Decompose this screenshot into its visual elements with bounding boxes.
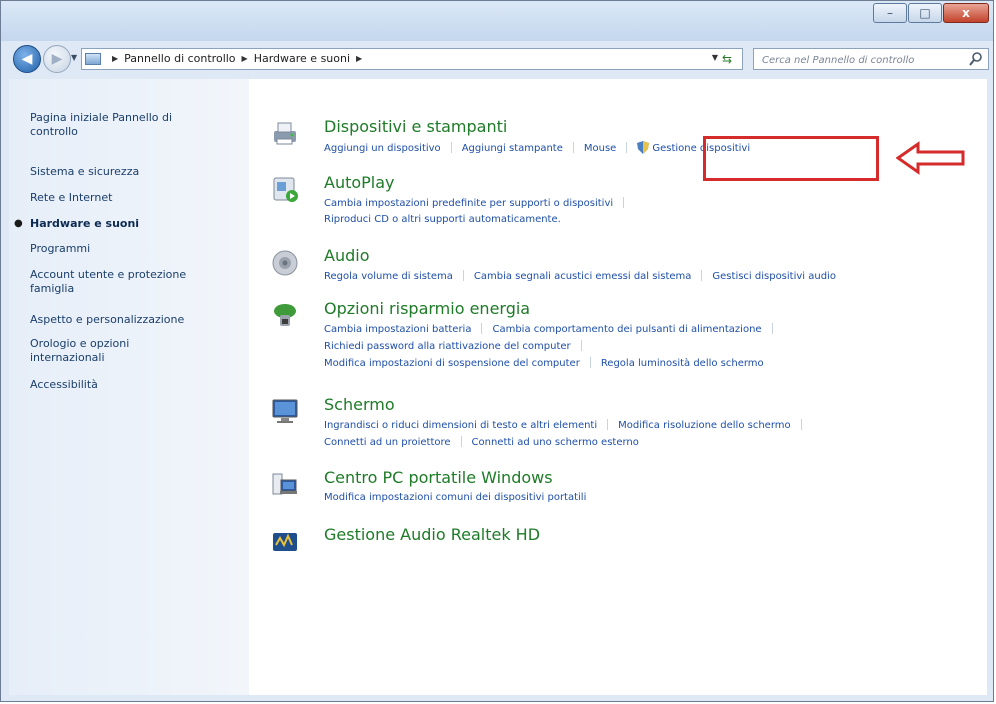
- category-title[interactable]: Schermo: [324, 395, 395, 414]
- play-cd-automatically-link[interactable]: Riproduci CD o altri supporti automatica…: [324, 214, 561, 225]
- link-separator: [572, 142, 574, 153]
- sidebar-item-label: Hardware e suoni: [30, 217, 140, 230]
- link-separator: [450, 142, 452, 153]
- autoplay-icon[interactable]: [271, 175, 299, 203]
- highlight-box: [703, 136, 879, 181]
- address-bar[interactable]: ▶ Pannello di controllo ▶ Hardware e suoni ▶…: [81, 48, 743, 70]
- monitor-icon[interactable]: [271, 397, 299, 425]
- link-row: Richiedi password alla riattivazione del…: [324, 340, 592, 352]
- mobile-settings-link[interactable]: Modifica impostazioni comuni dei disposi…: [324, 492, 586, 503]
- manage-audio-devices-link[interactable]: Gestisci dispositivi audio: [712, 271, 836, 282]
- window-controls: – □ x: [872, 3, 989, 23]
- search-box[interactable]: [753, 48, 989, 70]
- control-panel-window: – □ x ◀ ▶ ▼ ▶ Pannello di controllo ▶ Hardw…: [0, 0, 994, 702]
- sidebar-item-network-internet[interactable]: Rete e Internet: [30, 191, 210, 205]
- search-icon[interactable]: [968, 51, 984, 67]
- sidebar-item-home[interactable]: Pagina iniziale Pannello di controllo: [30, 111, 210, 139]
- link-separator: [800, 419, 802, 430]
- screen-resolution-link[interactable]: Modifica risoluzione dello schermo: [618, 420, 790, 431]
- link-row: Modifica impostazioni di sospensione del…: [324, 357, 764, 369]
- link-separator: [623, 197, 625, 208]
- refresh-icon[interactable]: ⇆: [712, 50, 742, 68]
- link-separator: [481, 323, 483, 334]
- sleep-settings-link[interactable]: Modifica impostazioni di sospensione del…: [324, 358, 580, 369]
- add-printer-link[interactable]: Aggiungi stampante: [462, 143, 563, 154]
- forward-button[interactable]: ▶: [43, 45, 71, 73]
- sidebar: Pagina iniziale Pannello di controllo Si…: [9, 79, 249, 695]
- text-size-link[interactable]: Ingrandisci o riduci dimensioni di testo…: [324, 420, 597, 431]
- sidebar-item-system-security[interactable]: Sistema e sicurezza: [30, 165, 210, 179]
- close-button[interactable]: x: [943, 3, 989, 23]
- link-row: Ingrandisci o riduci dimensioni di testo…: [324, 419, 812, 431]
- link-separator: [460, 436, 462, 447]
- adjust-volume-link[interactable]: Regola volume di sistema: [324, 271, 453, 282]
- link-row: Modifica impostazioni comuni dei disposi…: [324, 492, 586, 503]
- link-row: Regola volume di sistema Cambia segnali a…: [324, 270, 836, 282]
- power-options-icon[interactable]: [271, 301, 299, 329]
- category-title[interactable]: Opzioni risparmio energia: [324, 299, 530, 318]
- change-sounds-link[interactable]: Cambia segnali acustici emessi dal siste…: [474, 271, 692, 282]
- link-row: Aggiungi un dispositivo Aggiungi stampant…: [324, 141, 750, 154]
- title-bar[interactable]: – □ x: [1, 1, 993, 41]
- sidebar-item-accessibility[interactable]: Accessibilità: [30, 378, 210, 392]
- mouse-link[interactable]: Mouse: [584, 143, 616, 154]
- control-panel-icon: [85, 53, 101, 65]
- link-separator: [771, 323, 773, 334]
- category-title[interactable]: Dispositivi e stampanti: [324, 117, 507, 136]
- speaker-icon[interactable]: [271, 248, 299, 276]
- link-separator: [589, 357, 591, 368]
- breadcrumb-hardware-sound[interactable]: Hardware e suoni: [254, 52, 350, 65]
- search-input[interactable]: [760, 51, 960, 69]
- chevron-right-icon[interactable]: ▶: [242, 54, 248, 63]
- sidebar-item-appearance[interactable]: Aspetto e personalizzazione: [30, 313, 210, 327]
- link-separator: [607, 419, 609, 430]
- navigation-bar: ◀ ▶ ▼ ▶ Pannello di controllo ▶ Hardware e …: [1, 41, 993, 77]
- back-button[interactable]: ◀: [13, 45, 41, 73]
- chevron-right-icon[interactable]: ▶: [356, 54, 362, 63]
- maximize-button[interactable]: □: [908, 3, 942, 23]
- active-bullet-icon: ●: [14, 218, 23, 229]
- link-separator: [701, 270, 703, 281]
- link-row: Cambia impostazioni predefinite per supp…: [324, 197, 634, 209]
- category-title[interactable]: AutoPlay: [324, 173, 395, 192]
- screen-brightness-link[interactable]: Regola luminosità dello schermo: [601, 358, 764, 369]
- recent-pages-dropdown-icon[interactable]: ▼: [71, 53, 77, 62]
- link-separator: [626, 142, 628, 153]
- sidebar-item-user-accounts[interactable]: Account utente e protezione famiglia: [30, 268, 200, 296]
- add-device-link[interactable]: Aggiungi un dispositivo: [324, 143, 441, 154]
- red-arrow-icon: [896, 141, 965, 175]
- mobility-center-icon[interactable]: [271, 470, 299, 498]
- autoplay-defaults-link[interactable]: Cambia impostazioni predefinite per supp…: [324, 198, 613, 209]
- category-title[interactable]: Centro PC portatile Windows: [324, 468, 553, 487]
- link-row: Riproduci CD o altri supporti automatica…: [324, 214, 561, 225]
- link-row: Connetti ad un proiettore Connetti ad uno…: [324, 436, 639, 448]
- connect-external-display-link[interactable]: Connetti ad uno schermo esterno: [472, 437, 639, 448]
- minimize-button[interactable]: –: [873, 3, 907, 23]
- link-separator: [580, 340, 582, 351]
- link-separator: [462, 270, 464, 281]
- power-buttons-link[interactable]: Cambia comportamento dei pulsanti di ali…: [492, 324, 761, 335]
- category-title[interactable]: Gestione Audio Realtek HD: [324, 525, 540, 544]
- require-password-link[interactable]: Richiedi password alla riattivazione del…: [324, 341, 571, 352]
- sidebar-item-hardware-sound[interactable]: ● Hardware e suoni: [14, 217, 210, 231]
- category-title[interactable]: Audio: [324, 246, 369, 265]
- shield-icon: [637, 141, 650, 154]
- sidebar-item-clock-region[interactable]: Orologio e opzioni internazionali: [30, 337, 160, 365]
- breadcrumb: ▶ Pannello di controllo ▶ Hardware e suoni ▶: [106, 52, 368, 65]
- realtek-icon[interactable]: [271, 527, 299, 555]
- battery-settings-link[interactable]: Cambia impostazioni batteria: [324, 324, 471, 335]
- connect-projector-link[interactable]: Connetti ad un proiettore: [324, 437, 451, 448]
- breadcrumb-control-panel[interactable]: Pannello di controllo: [124, 52, 235, 65]
- sidebar-item-programs[interactable]: Programmi: [30, 242, 210, 256]
- link-row: Cambia impostazioni batteria Cambia compo…: [324, 323, 783, 335]
- printer-icon[interactable]: [271, 119, 299, 147]
- chevron-right-icon[interactable]: ▶: [112, 54, 118, 63]
